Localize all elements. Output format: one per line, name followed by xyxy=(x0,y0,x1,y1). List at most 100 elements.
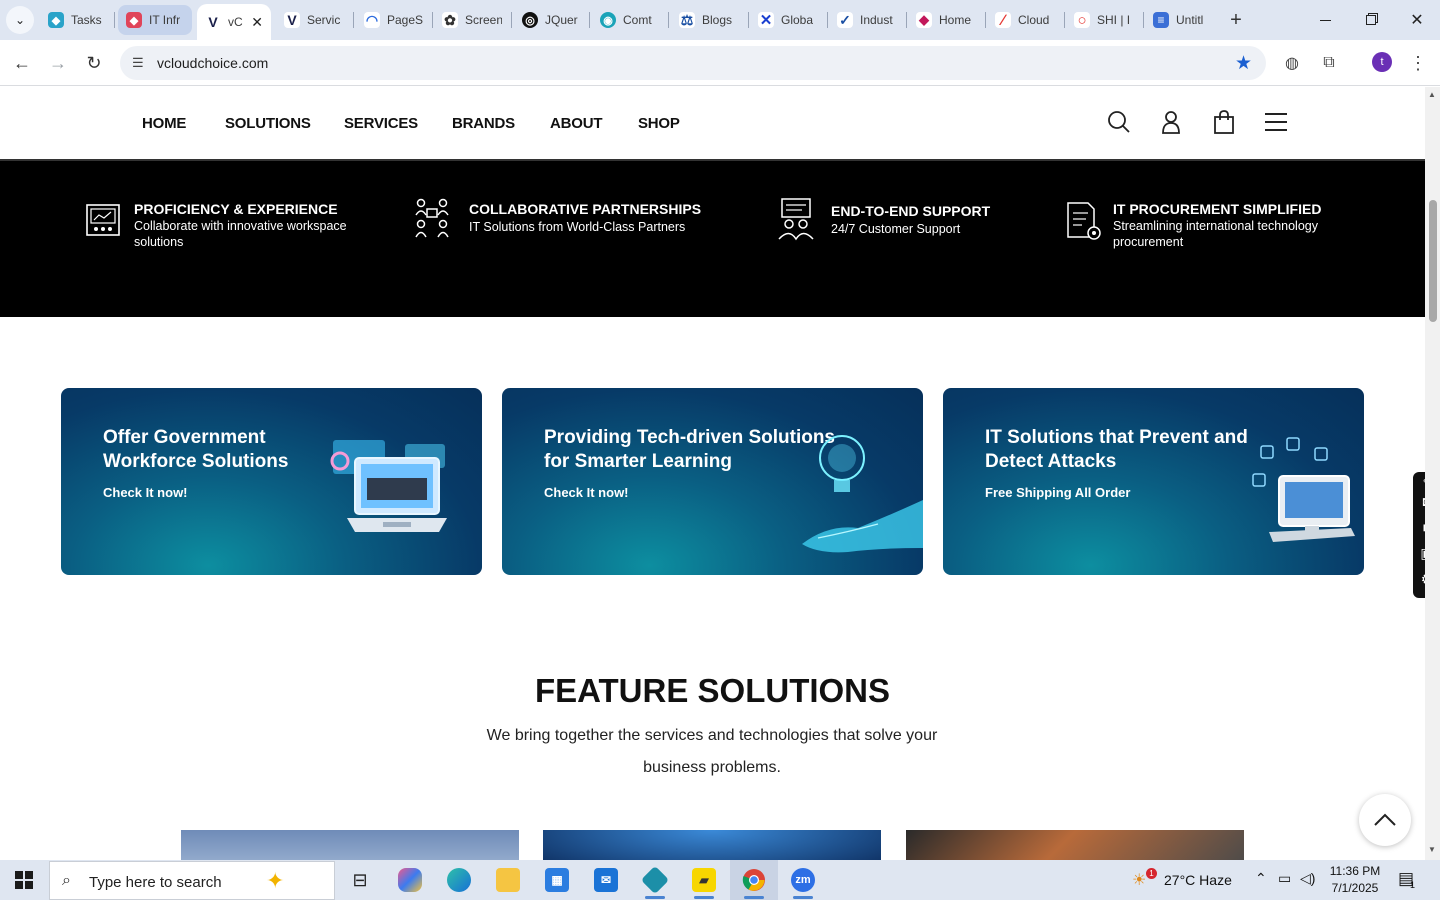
scroll-up-arrow-icon[interactable]: ▲ xyxy=(1428,90,1436,99)
promo-banner-government[interactable]: Offer Government Workforce Solutions Che… xyxy=(61,388,482,575)
search-icon: ⌕ xyxy=(62,872,71,889)
banner-title: IT Solutions that Prevent and Detect Att… xyxy=(985,427,1248,472)
zoom-app[interactable]: zm xyxy=(779,860,827,900)
home-favicon-icon: ◆ xyxy=(916,12,932,28)
nav-about[interactable]: ABOUT xyxy=(550,115,603,132)
translate-icon[interactable]: ◍ xyxy=(1281,52,1303,74)
tasks-favicon-icon: ◆ xyxy=(48,12,64,28)
file-explorer-app[interactable] xyxy=(484,860,532,900)
vcloud-favicon-icon: V xyxy=(205,14,221,30)
weather-badge: 1 xyxy=(1146,868,1157,879)
bookmark-star-icon[interactable]: ★ xyxy=(1235,52,1252,75)
tab-industry[interactable]: ✓ Indust xyxy=(829,5,905,35)
network-icon[interactable]: ▭ xyxy=(1278,870,1291,887)
chevron-up-icon[interactable]: ⌃ xyxy=(1255,870,1267,887)
folder-icon xyxy=(496,868,520,892)
feature-card-image-cityscape[interactable] xyxy=(181,830,519,860)
notification-count: 1 xyxy=(1410,880,1416,890)
arrow-left-icon: ← xyxy=(13,52,31,73)
url-text[interactable]: vcloudchoice.com xyxy=(157,55,268,71)
feature-card-image-laptop[interactable] xyxy=(906,830,1244,860)
site-info-icon[interactable]: ☰ xyxy=(132,55,144,71)
hamburger-menu-icon[interactable] xyxy=(1263,109,1289,135)
feature-subtitle: Streamlining international technology pr… xyxy=(1113,219,1318,249)
nav-solutions[interactable]: SOLUTIONS xyxy=(225,115,311,132)
nav-home[interactable]: HOME xyxy=(142,115,186,132)
scroll-down-arrow-icon[interactable]: ▼ xyxy=(1428,845,1436,854)
menu-kebab-icon[interactable]: ⋮ xyxy=(1407,52,1429,74)
windows-logo-icon xyxy=(15,871,33,889)
new-tab-button[interactable]: + xyxy=(1224,8,1248,32)
address-bar[interactable]: ☰ vcloudchoice.com ★ xyxy=(120,46,1266,80)
tab-services[interactable]: V Servic xyxy=(276,5,350,35)
weather-sun-icon[interactable]: ☀ xyxy=(1132,870,1146,890)
close-tab-icon[interactable]: ✕ xyxy=(251,14,263,31)
tab-comt[interactable]: ◉ Comt xyxy=(592,5,668,35)
cart-bag-icon[interactable] xyxy=(1211,109,1237,135)
feature-card-image-network[interactable] xyxy=(543,830,881,860)
tab-jquery[interactable]: ◎ JQuer xyxy=(514,5,590,35)
chrome-app[interactable] xyxy=(730,860,778,900)
copilot-app[interactable] xyxy=(386,860,434,900)
nav-brands[interactable]: BRANDS xyxy=(452,115,515,132)
task-view-button[interactable]: ⊟ xyxy=(336,860,384,900)
account-icon[interactable] xyxy=(1158,109,1184,135)
tab-untitled[interactable]: ≡ Untitl xyxy=(1145,5,1221,35)
banner-cta-link[interactable]: Free Shipping All Order xyxy=(985,485,1130,500)
reload-button[interactable]: ↻ xyxy=(80,50,108,76)
promo-banner-security[interactable]: IT Solutions that Prevent and Detect Att… xyxy=(943,388,1364,575)
profile-avatar[interactable]: t xyxy=(1372,52,1392,72)
promo-banner-learning[interactable]: Providing Tech-driven Solutions for Smar… xyxy=(502,388,923,575)
tab-search-button[interactable]: ⌄ xyxy=(6,6,34,34)
weather-text[interactable]: 27°C Haze xyxy=(1164,872,1232,888)
restore-button[interactable] xyxy=(1348,0,1394,40)
tab-shi[interactable]: ○ SHI | I xyxy=(1066,5,1142,35)
tab-vcloudchoice-active[interactable]: V vC ✕ xyxy=(197,4,271,40)
nav-services[interactable]: SERVICES xyxy=(344,115,418,132)
banner-cta-link[interactable]: Check It now! xyxy=(103,485,188,500)
clock-date: 7/1/2025 xyxy=(1331,881,1379,895)
extensions-icon[interactable]: ⧉ xyxy=(1318,52,1340,74)
close-window-button[interactable]: ✕ xyxy=(1394,0,1440,40)
taskbar-search-box[interactable]: ⌕ Type here to search ✦ xyxy=(49,861,335,900)
scrollbar-thumb[interactable] xyxy=(1429,200,1437,322)
back-button[interactable]: ← xyxy=(8,50,36,76)
forward-button[interactable]: → xyxy=(44,50,72,76)
tab-pagespeed[interactable]: ◠ PageS xyxy=(356,5,432,35)
store-app[interactable]: ▦ xyxy=(533,860,581,900)
global-favicon-icon: ✕ xyxy=(758,12,774,29)
start-button[interactable] xyxy=(0,860,48,900)
tab-home[interactable]: ◆ Home xyxy=(908,5,984,35)
nav-shop[interactable]: SHOP xyxy=(638,115,680,132)
minimize-button[interactable] xyxy=(1302,0,1348,40)
banner-cta-link[interactable]: Check It now! xyxy=(544,485,629,500)
store-icon: ▦ xyxy=(545,868,569,892)
sticky-notes-icon: ▰ xyxy=(692,868,716,892)
tab-cloud[interactable]: ∕ Cloud xyxy=(987,5,1063,35)
mail-app[interactable]: ✉ xyxy=(582,860,630,900)
chevron-up-icon xyxy=(1374,813,1396,826)
vcloud-favicon-icon: V xyxy=(284,12,300,28)
running-indicator xyxy=(694,896,714,899)
back-to-top-button[interactable] xyxy=(1359,794,1411,846)
tab-it-infra[interactable]: ◆ IT Infr xyxy=(118,5,192,35)
section-description: We bring together the services and techn… xyxy=(486,727,938,776)
feature-title: COLLABORATIVE PARTNERSHIPS xyxy=(469,201,702,217)
app-teal[interactable] xyxy=(631,860,679,900)
procurement-icon xyxy=(1067,202,1101,240)
tab-blogs[interactable]: ⚖ Blogs xyxy=(671,5,747,35)
edge-app[interactable] xyxy=(435,860,483,900)
support-icon xyxy=(778,198,814,241)
tab-screen[interactable]: ✿ Screen xyxy=(434,5,510,35)
page-scrollbar[interactable]: ▲ ▼ xyxy=(1425,87,1440,860)
sticky-notes-app[interactable]: ▰ xyxy=(680,860,728,900)
windows-taskbar: ⌕ Type here to search ✦ ⊟ ▦ ✉ ▰ zm ☀ 1 2… xyxy=(0,860,1440,900)
tab-tasks[interactable]: ◆ Tasks xyxy=(40,5,112,35)
system-clock[interactable]: 11:36 PM 7/1/2025 xyxy=(1322,863,1388,897)
task-view-icon: ⊟ xyxy=(352,869,368,890)
zoom-icon: zm xyxy=(791,868,815,892)
tab-global[interactable]: ✕ Globa xyxy=(750,5,826,35)
it-infra-favicon-icon: ◆ xyxy=(126,12,142,28)
search-icon[interactable] xyxy=(1106,109,1132,135)
volume-icon[interactable]: ◁) xyxy=(1300,870,1315,887)
